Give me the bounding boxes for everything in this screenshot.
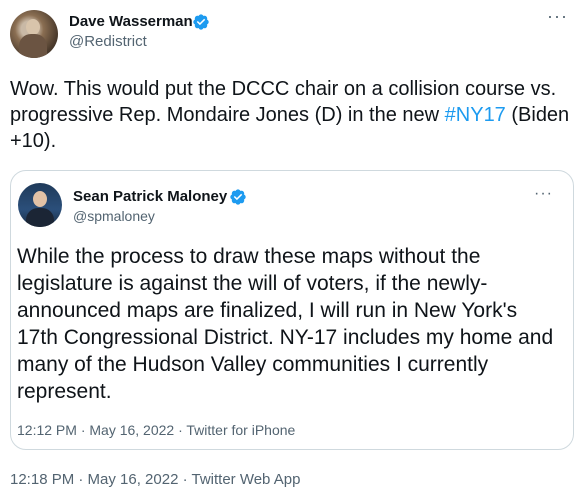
tweet: Dave Wasserman @Redistrict ··· Wow. This… — [0, 0, 588, 495]
quoted-tweet-meta[interactable]: 12:12 PM · May 16, 2022 · Twitter for iP… — [17, 422, 295, 438]
author-handle[interactable]: @Redistrict — [69, 33, 147, 51]
quoted-author-avatar[interactable] — [18, 183, 62, 227]
more-options-icon[interactable]: ··· — [547, 6, 568, 27]
more-options-icon[interactable]: ··· — [534, 185, 553, 203]
tweet-meta[interactable]: 12:18 PM · May 16, 2022 · Twitter Web Ap… — [10, 471, 300, 489]
tweet-text: Wow. This would put the DCCC chair on a … — [10, 76, 570, 154]
quoted-author-name[interactable]: Sean Patrick Maloney — [73, 188, 227, 206]
verified-icon — [193, 14, 209, 30]
verified-icon — [230, 189, 246, 205]
quoted-author-handle[interactable]: @spmaloney — [73, 207, 155, 225]
hashtag-link[interactable]: #NY17 — [445, 104, 506, 126]
quoted-tweet-text: While the process to draw these maps wit… — [17, 245, 554, 403]
author-name[interactable]: Dave Wasserman — [69, 13, 193, 31]
quoted-tweet[interactable]: Sean Patrick Maloney @spmaloney ··· Whil… — [10, 170, 574, 450]
author-avatar[interactable] — [10, 10, 58, 58]
